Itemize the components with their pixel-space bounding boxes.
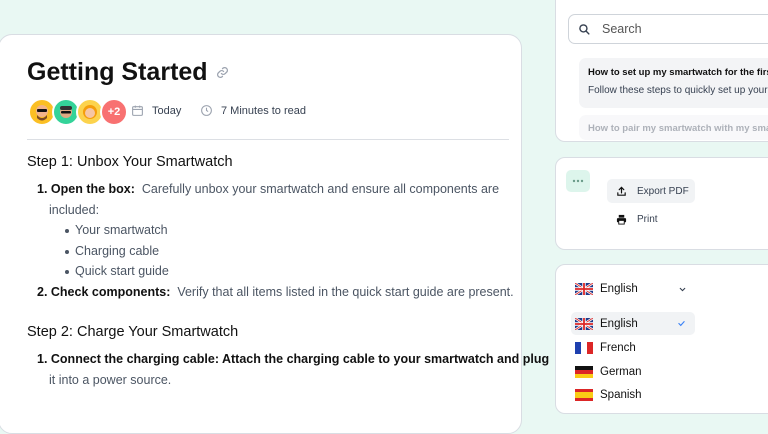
language-option-label: English xyxy=(600,318,638,330)
search-result-title: How to set up my smartwatch for the firs xyxy=(588,67,768,78)
export-pdf-label: Export PDF xyxy=(637,185,689,197)
check-icon xyxy=(678,321,685,327)
more-avatars-badge[interactable]: +2 xyxy=(100,98,128,126)
list-item: Charging cable xyxy=(65,244,159,258)
uk-flag-icon xyxy=(575,318,593,330)
step1-item2-label: 2. Check components: xyxy=(37,285,171,299)
language-option-english[interactable]: English xyxy=(575,314,687,334)
page-title: Getting Started xyxy=(27,58,208,86)
export-icon xyxy=(617,186,626,196)
step1-item1-cont: included: xyxy=(49,203,100,217)
germany-flag-icon xyxy=(575,366,593,378)
export-pdf-menu-item[interactable]: Export PDF xyxy=(607,179,695,203)
chevron-down-icon xyxy=(679,287,686,292)
search-result[interactable]: How to pair my smartwatch with my sma xyxy=(579,115,768,140)
step1-item2: 2. Check components: Verify that all ite… xyxy=(37,285,514,299)
date-meta: Today xyxy=(131,104,181,117)
search-result-desc: Follow these steps to quickly set up you… xyxy=(588,85,768,96)
language-dropdown[interactable]: English xyxy=(575,279,687,299)
current-language: English xyxy=(600,283,638,295)
search-placeholder: Search xyxy=(602,22,642,36)
article-meta: +2 Today 7 Minutes to read xyxy=(28,98,328,126)
print-menu-item[interactable]: Print xyxy=(607,207,695,231)
calendar-icon xyxy=(132,105,143,116)
step2-item1-label: 1. Connect the charging cable: Attach th… xyxy=(37,352,550,366)
step1-item2-text: Verify that all items listed in the quic… xyxy=(177,285,514,299)
print-label: Print xyxy=(637,213,658,225)
step2-item1-cont: it into a power source. xyxy=(49,373,172,387)
language-option-label: German xyxy=(600,366,642,378)
step1-heading: Step 1: Unbox Your Smartwatch xyxy=(27,154,233,170)
link-icon[interactable] xyxy=(216,66,229,84)
list-item: Quick start guide xyxy=(65,264,169,278)
more-options-button[interactable] xyxy=(566,170,590,192)
read-time-label: 7 Minutes to read xyxy=(221,104,306,117)
search-input[interactable]: Search xyxy=(568,14,768,44)
divider xyxy=(27,139,509,140)
date-label: Today xyxy=(152,104,182,117)
language-option-label: Spanish xyxy=(600,389,642,401)
step1-item1-label: 1. Open the box: xyxy=(37,182,135,196)
language-option-spanish[interactable]: Spanish xyxy=(575,385,642,405)
search-result[interactable]: How to set up my smartwatch for the firs… xyxy=(579,58,768,108)
language-option-label: French xyxy=(600,342,636,354)
language-option-french[interactable]: French xyxy=(575,338,636,358)
clock-icon xyxy=(201,105,212,116)
printer-icon xyxy=(616,214,627,225)
search-result-title: How to pair my smartwatch with my sma xyxy=(588,123,768,134)
search-icon xyxy=(579,24,590,35)
step2-heading: Step 2: Charge Your Smartwatch xyxy=(27,324,239,340)
step1-item1: 1. Open the box: Carefully unbox your sm… xyxy=(37,182,499,196)
read-time-meta: 7 Minutes to read xyxy=(200,104,306,117)
more-icon xyxy=(572,179,584,183)
uk-flag-icon xyxy=(575,283,593,295)
france-flag-icon xyxy=(575,342,593,354)
spain-flag-icon xyxy=(575,389,593,401)
list-item: Your smartwatch xyxy=(65,223,168,237)
language-option-german[interactable]: German xyxy=(575,362,642,382)
step1-item1-text: Carefully unbox your smartwatch and ensu… xyxy=(141,182,500,196)
